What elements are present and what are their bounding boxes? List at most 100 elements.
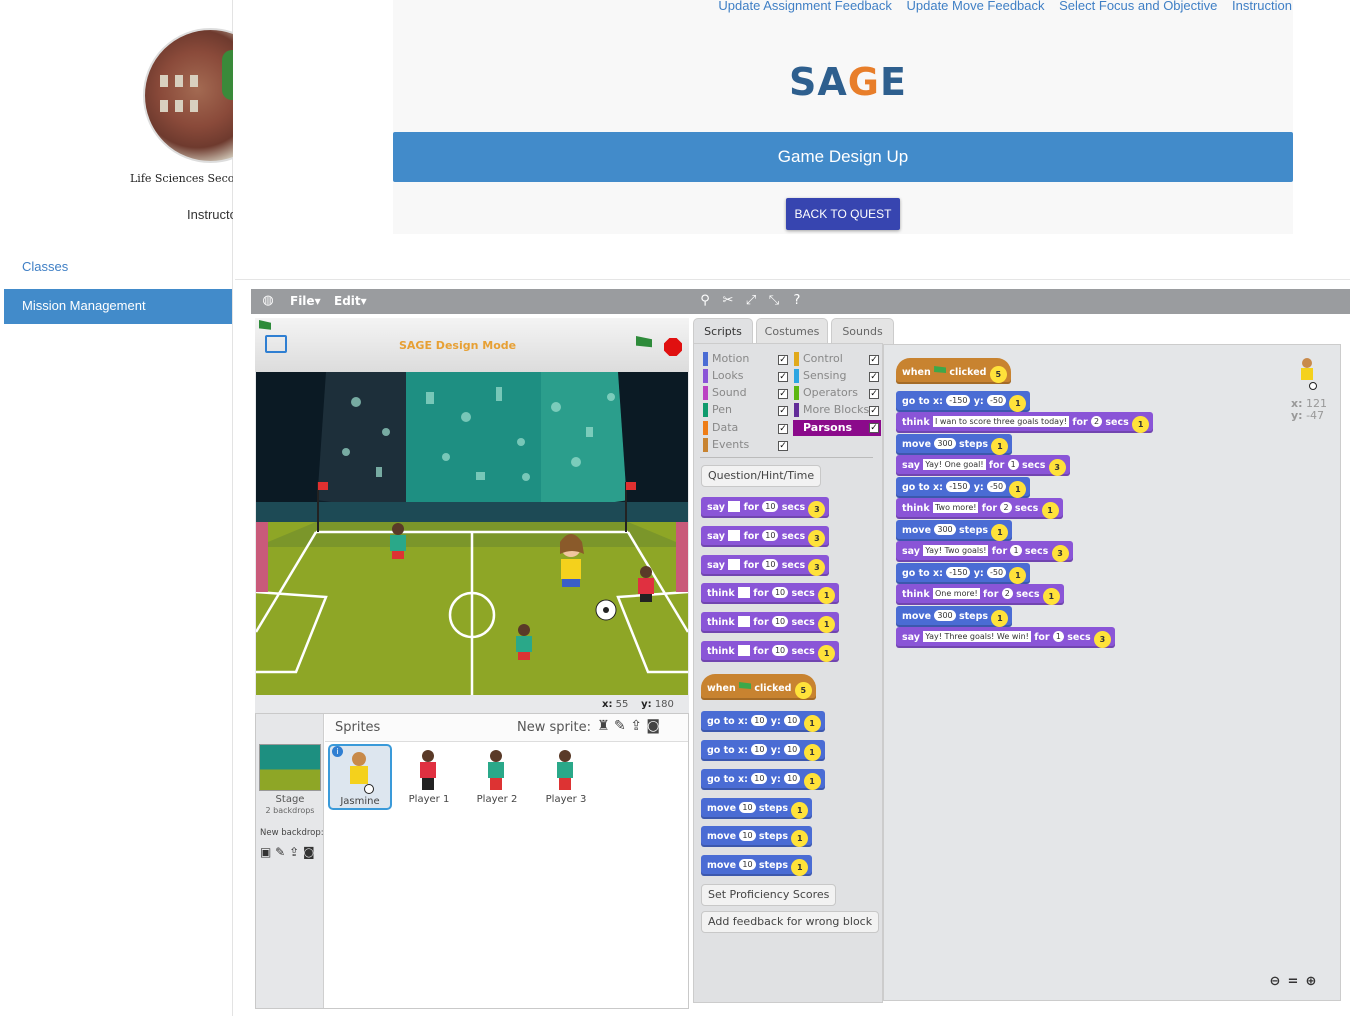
y-input[interactable]: 10 bbox=[784, 715, 801, 726]
secs-input[interactable]: 10 bbox=[762, 530, 779, 541]
paint-backdrop-icon[interactable]: ▣ bbox=[260, 845, 271, 859]
steps-input[interactable]: 10 bbox=[739, 830, 756, 841]
set-proficiency-button[interactable]: Set Proficiency Scores bbox=[701, 884, 837, 906]
y-input[interactable]: -50 bbox=[987, 481, 1007, 492]
globe-icon[interactable]: ◍ bbox=[260, 293, 276, 309]
nav-mission-management[interactable]: Mission Management bbox=[4, 289, 232, 324]
palette-think-block[interactable]: think for 10 secs 1 bbox=[701, 612, 840, 633]
question-hint-time-button[interactable]: Question/Hint/Time bbox=[701, 465, 822, 487]
secs-input[interactable]: 2 bbox=[1000, 502, 1012, 513]
stage-thumbnail[interactable] bbox=[259, 744, 321, 791]
palette-move-block[interactable]: move 10 steps 1 bbox=[701, 826, 813, 847]
goto-block[interactable]: go to x: -150 y: -50 1 bbox=[896, 563, 1031, 584]
palette-goto-block[interactable]: go to x: 10 y: 10 1 bbox=[701, 740, 825, 761]
palette-say-block[interactable]: say for 10 secs 3 bbox=[701, 526, 830, 547]
say-text-input[interactable]: Yay! One goal! bbox=[923, 459, 986, 470]
sprite-player-3[interactable]: Player 3 bbox=[534, 744, 598, 810]
scripts-area[interactable]: when clicked 5 go to x: -150 y: -50 1 th… bbox=[883, 344, 1341, 1001]
camera-icon[interactable]: ◙ bbox=[303, 845, 315, 859]
file-menu[interactable]: File▾ bbox=[290, 294, 321, 308]
zoom-reset-icon[interactable]: = bbox=[1284, 974, 1302, 992]
upload-sprite-icon[interactable]: ⇪ bbox=[630, 718, 642, 734]
x-input[interactable]: -150 bbox=[946, 481, 971, 492]
category-more-blocks[interactable]: More Blocks bbox=[794, 403, 869, 417]
add-feedback-button[interactable]: Add feedback for wrong block bbox=[701, 911, 880, 933]
category-sound[interactable]: Sound bbox=[703, 386, 747, 400]
palette-when-flag-block[interactable]: when clicked 5 bbox=[701, 674, 816, 700]
link-instruction[interactable]: Instruction bbox=[1232, 0, 1292, 13]
y-input[interactable]: -50 bbox=[987, 567, 1007, 578]
say-block[interactable]: say Yay! Two goals! for 1 secs 3 bbox=[896, 541, 1073, 562]
choose-sprite-icon[interactable]: ♜ bbox=[597, 718, 610, 734]
goto-block[interactable]: go to x: -150 y: -50 1 bbox=[896, 477, 1031, 498]
palette-say-block[interactable]: say for 10 secs 3 bbox=[701, 555, 830, 576]
say-block[interactable]: say Yay! Three goals! We win! for 1 secs… bbox=[896, 627, 1115, 648]
brush-icon[interactable]: ✎ bbox=[275, 845, 285, 859]
think-text-input[interactable]: I wan to score three goals today! bbox=[932, 416, 1070, 427]
operators-checkbox[interactable]: ✓ bbox=[869, 389, 879, 399]
data-checkbox[interactable]: ✓ bbox=[778, 424, 788, 434]
stage-canvas[interactable] bbox=[256, 372, 688, 695]
green-flag-icon[interactable] bbox=[636, 336, 652, 348]
say-block[interactable]: say Yay! One goal! for 1 secs 3 bbox=[896, 455, 1070, 476]
secs-input[interactable]: 1 bbox=[1010, 545, 1022, 556]
pen-checkbox[interactable]: ✓ bbox=[778, 406, 788, 416]
control-checkbox[interactable]: ✓ bbox=[869, 355, 879, 365]
category-motion[interactable]: Motion bbox=[703, 352, 749, 366]
secs-input[interactable]: 10 bbox=[762, 501, 779, 512]
secs-input[interactable]: 10 bbox=[771, 587, 789, 598]
palette-think-block[interactable]: think for 10 secs 1 bbox=[701, 641, 840, 662]
sprite-jasmine[interactable]: i Jasmine bbox=[328, 744, 392, 810]
back-to-quest-button[interactable]: BACK TO QUEST bbox=[786, 198, 900, 230]
goto-block[interactable]: go to x: -150 y: -50 1 bbox=[896, 391, 1031, 412]
zoom-out-icon[interactable]: ⊖ bbox=[1266, 974, 1284, 992]
category-events[interactable]: Events bbox=[703, 438, 749, 452]
steps-input[interactable]: 10 bbox=[739, 859, 756, 870]
more-blocks-checkbox[interactable]: ✓ bbox=[869, 406, 879, 416]
fullscreen-icon[interactable] bbox=[265, 335, 287, 353]
category-control[interactable]: Control bbox=[794, 352, 843, 366]
category-sensing[interactable]: Sensing bbox=[794, 369, 846, 383]
palette-move-block[interactable]: move 10 steps 1 bbox=[701, 855, 813, 876]
x-input[interactable]: -150 bbox=[946, 395, 971, 406]
nav-classes[interactable]: Classes bbox=[4, 253, 232, 281]
think-block[interactable]: think One more! for 2 secs 1 bbox=[896, 584, 1064, 605]
zoom-in-icon[interactable]: ⊕ bbox=[1302, 974, 1320, 992]
think-text-input[interactable]: One more! bbox=[932, 588, 980, 599]
palette-move-block[interactable]: move 10 steps 1 bbox=[701, 798, 813, 819]
events-checkbox[interactable]: ✓ bbox=[778, 441, 788, 451]
steps-input[interactable]: 10 bbox=[739, 802, 756, 813]
link-select-focus[interactable]: Select Focus and Objective bbox=[1059, 0, 1217, 13]
x-input[interactable]: 10 bbox=[751, 715, 768, 726]
edit-menu[interactable]: Edit▾ bbox=[334, 294, 367, 308]
steps-input[interactable]: 300 bbox=[934, 524, 956, 535]
x-input[interactable]: -150 bbox=[946, 567, 971, 578]
stop-icon[interactable] bbox=[664, 338, 682, 356]
think-block[interactable]: think I wan to score three goals today! … bbox=[896, 412, 1154, 433]
sensing-checkbox[interactable]: ✓ bbox=[869, 372, 879, 382]
grow-icon[interactable]: ⤢ bbox=[743, 293, 759, 309]
link-update-move-feedback[interactable]: Update Move Feedback bbox=[906, 0, 1044, 13]
x-input[interactable]: 10 bbox=[751, 744, 768, 755]
link-update-assignment-feedback[interactable]: Update Assignment Feedback bbox=[718, 0, 891, 13]
steps-input[interactable]: 300 bbox=[934, 438, 956, 449]
y-input[interactable]: -50 bbox=[987, 395, 1007, 406]
palette-goto-block[interactable]: go to x: 10 y: 10 1 bbox=[701, 711, 825, 732]
delete-icon[interactable]: ✂ bbox=[720, 293, 736, 309]
secs-input[interactable]: 10 bbox=[762, 559, 779, 570]
upload-icon[interactable]: ⇪ bbox=[289, 845, 299, 859]
shrink-icon[interactable]: ⤡ bbox=[766, 293, 782, 309]
when-flag-clicked-block[interactable]: when clicked 5 bbox=[896, 358, 1011, 384]
category-pen[interactable]: Pen bbox=[703, 403, 732, 417]
sprite-player-2[interactable]: Player 2 bbox=[465, 744, 529, 810]
secs-input[interactable]: 10 bbox=[771, 645, 789, 656]
palette-say-block[interactable]: say for 10 secs 3 bbox=[701, 497, 830, 518]
palette-goto-block[interactable]: go to x: 10 y: 10 1 bbox=[701, 769, 825, 790]
tab-sounds[interactable]: Sounds bbox=[831, 318, 894, 344]
camera-sprite-icon[interactable]: ◙ bbox=[646, 718, 660, 734]
think-block[interactable]: think Two more! for 2 secs 1 bbox=[896, 498, 1063, 519]
category-operators[interactable]: Operators bbox=[794, 386, 858, 400]
steps-input[interactable]: 300 bbox=[934, 610, 956, 621]
category-parsons[interactable]: Parsons bbox=[793, 420, 881, 436]
tab-scripts[interactable]: Scripts bbox=[693, 318, 753, 344]
